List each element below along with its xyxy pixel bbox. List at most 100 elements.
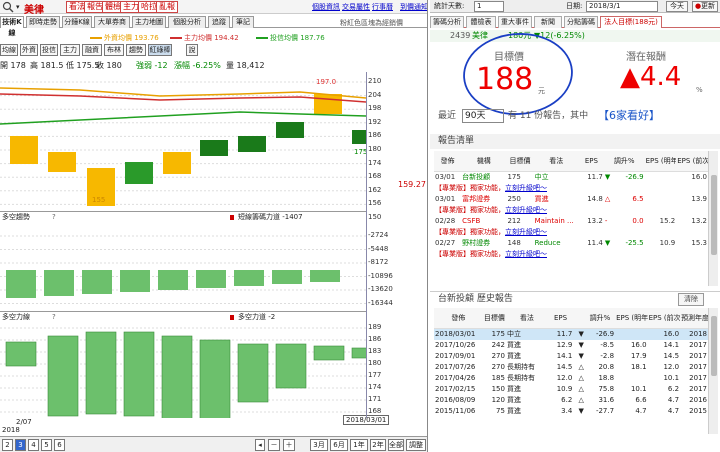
tool-6[interactable]: 趨勢	[126, 44, 146, 56]
cell-value: 10.9	[556, 384, 573, 393]
tool-1[interactable]: 外資	[20, 44, 38, 56]
upgrade-link[interactable]: 立刻升級吧～	[505, 184, 547, 192]
right-tab-1[interactable]: 體檢表	[466, 16, 496, 28]
panel2-bar-chart[interactable]	[0, 222, 366, 310]
stock-name[interactable]: 美律	[24, 1, 44, 16]
tab-5[interactable]: 個股分析	[168, 16, 206, 28]
tab-0[interactable]: 技術K線	[0, 16, 24, 37]
promo-row[interactable]: 【專業版】獨家功能，立刻升級吧～	[434, 183, 708, 194]
upgrade-link[interactable]: 立刻升級吧～	[505, 206, 547, 214]
range-button-4[interactable]: 全部	[388, 439, 404, 451]
right-tab-4[interactable]: 分點籌碼	[564, 16, 598, 28]
cell-value: 12.9	[556, 340, 573, 349]
promo-row[interactable]: 【專業版】獨家功能，立刻升級吧～	[434, 249, 708, 260]
tool-2[interactable]: 投信	[40, 44, 58, 56]
history-row[interactable]: 2017/09/01 270 買進 14.1 ▼ -2.8 17.9 14.5 2017	[434, 351, 708, 362]
tool-3[interactable]: 主力	[60, 44, 80, 56]
change-arrow: ▼	[604, 172, 611, 181]
page-button-3[interactable]: 5	[41, 439, 52, 451]
tab-6[interactable]: 追蹤	[208, 16, 230, 28]
range-button-1[interactable]: 6月	[330, 439, 348, 451]
right-tab-2[interactable]: 重大事件	[498, 16, 532, 28]
history-scrollbar[interactable]	[708, 308, 718, 434]
right-tab-3[interactable]: 新聞	[534, 16, 562, 28]
upgrade-link[interactable]: 立刻升級吧～	[505, 228, 547, 236]
cell-value: ▼	[578, 406, 584, 415]
cell-value: 買進	[506, 351, 521, 360]
search-icon[interactable]	[2, 1, 14, 13]
list-row[interactable]: 02/28 CSFB 212 Maintain ... 13.2-0.0 15.2 13.2	[434, 216, 708, 227]
cell-chg: 20.8	[585, 362, 615, 373]
cell-view: 買進	[534, 194, 579, 205]
page-button-0[interactable]: 2	[2, 439, 13, 451]
refresh-button[interactable]: ●更新	[692, 1, 718, 12]
panel3-bar-chart[interactable]	[0, 322, 366, 418]
promo-row[interactable]: 【專業版】獨家功能，立刻升級吧～	[434, 205, 708, 216]
history-scroll-thumb[interactable]	[711, 316, 717, 376]
scroll-thumb[interactable]	[711, 175, 717, 255]
tool-help[interactable]: 說	[186, 44, 198, 56]
tab-2[interactable]: 分鐘K線	[62, 16, 92, 28]
report-list-scrollbar[interactable]	[708, 151, 718, 286]
history-row[interactable]: 2016/08/09 120 買進 6.2 △ 31.6 6.6 4.7 2016	[434, 395, 708, 406]
scroll-left-button[interactable]: ◂	[255, 439, 265, 451]
recent-select[interactable]: 90天	[462, 109, 504, 123]
page-button-2[interactable]: 4	[28, 439, 39, 451]
top-link-0[interactable]: 個股資訊	[312, 2, 340, 12]
cell-eps: 14.1	[548, 351, 574, 362]
list-row[interactable]: 03/01 台新投顧 175 中立 11.7 ▼ -26.9 16.0	[434, 171, 708, 183]
right-tab-5[interactable]: 法人目標(188元)	[600, 16, 662, 28]
top-link-3[interactable]: 到價通知	[400, 2, 427, 12]
price-tick-2: 198	[368, 104, 382, 113]
range-button-0[interactable]: 3月	[310, 439, 328, 451]
cell-value: Maintain ...	[534, 216, 574, 225]
history-row[interactable]: 2018/03/01 175 中立 11.7 ▼ -26.9 16.0 2018	[434, 328, 708, 340]
tool-7[interactable]: 紅綠棒	[148, 44, 172, 56]
top-link-1[interactable]: 交易屬性	[342, 2, 370, 12]
tool-0[interactable]: 均線	[0, 44, 18, 56]
tab-7[interactable]: 筆記	[232, 16, 254, 28]
cell-chg: -27.7	[585, 406, 615, 417]
history-row[interactable]: 2017/07/26 270 長期持有 14.5 △ 20.8 18.1 12.0 2017	[434, 362, 708, 373]
upgrade-link[interactable]: 立刻升級吧～	[505, 250, 547, 258]
tab-1[interactable]: 即時走勢	[26, 16, 60, 28]
range-button-3[interactable]: 2年	[370, 439, 386, 451]
tool-5[interactable]: 布林	[104, 44, 124, 56]
candlestick-chart[interactable]: 197.0 175.00 155	[0, 72, 366, 206]
history-row[interactable]: 2017/04/26 185 長期持有 12.0 △ 18.8 10.1 2017	[434, 373, 708, 384]
history-row[interactable]: 2017/02/15 150 買進 10.9 △ 75.8 10.1 6.2 2017	[434, 384, 708, 395]
range-button-5[interactable]: 調整	[406, 439, 426, 451]
date-select[interactable]: 2018/3/1	[586, 1, 658, 12]
clear-button[interactable]: 清除	[678, 293, 704, 306]
change-value: 0.0	[632, 216, 644, 225]
zoom-in-icon[interactable]: ＋	[283, 439, 295, 451]
tool-4[interactable]: 融資	[82, 44, 102, 56]
cell-value: -26.9	[595, 329, 615, 338]
page-button-1[interactable]: 3	[15, 439, 26, 451]
range-button-2[interactable]: 1年	[350, 439, 368, 451]
promo-text: 【專業版】獨家功能，	[435, 227, 505, 236]
cell-eps: 6.2	[548, 395, 574, 406]
cell-arrow: ▼	[573, 340, 585, 351]
legend-line-1	[170, 37, 182, 39]
list-header-row: 發佈機構目標價看法EPS調升%EPS (明年)EPS (前次)	[434, 151, 708, 172]
top-link-2[interactable]: 行事曆	[372, 2, 393, 12]
history-row[interactable]: 2017/10/26 242 買進 12.9 ▼ -8.5 16.0 14.1 2017	[434, 340, 708, 351]
top-button-5[interactable]: 亂報	[156, 1, 178, 13]
history-row[interactable]: 2015/11/06 75 買進 3.4 ▼ -27.7 4.7 4.7 2015	[434, 406, 708, 417]
tab-3[interactable]: 大單券商	[94, 16, 130, 28]
list-row[interactable]: 03/01 富邦證券 250 買進 14.8 △ 6.5 13.9	[434, 194, 708, 205]
legend-line-0	[90, 37, 102, 39]
list-row[interactable]: 02/27 野村證券 148 Reduce 11.4 ▼ -25.5 10.9 15.3	[434, 238, 708, 249]
page-button-4[interactable]: 6	[54, 439, 65, 451]
days-select[interactable]: 1	[474, 1, 504, 12]
promo-cell: 【專業版】獨家功能，立刻升級吧～	[434, 227, 708, 238]
today-button[interactable]: 今天	[666, 1, 688, 12]
dropdown-icon[interactable]: ▾	[16, 3, 20, 11]
cell-value: 11.7	[556, 329, 573, 338]
cell-eps: 11.4	[579, 238, 604, 249]
tab-4[interactable]: 主力地圖	[132, 16, 166, 28]
right-tab-0[interactable]: 籌碼分析	[430, 16, 464, 28]
promo-row[interactable]: 【專業版】獨家功能，立刻升級吧～	[434, 227, 708, 238]
zoom-out-icon[interactable]: －	[268, 439, 280, 451]
